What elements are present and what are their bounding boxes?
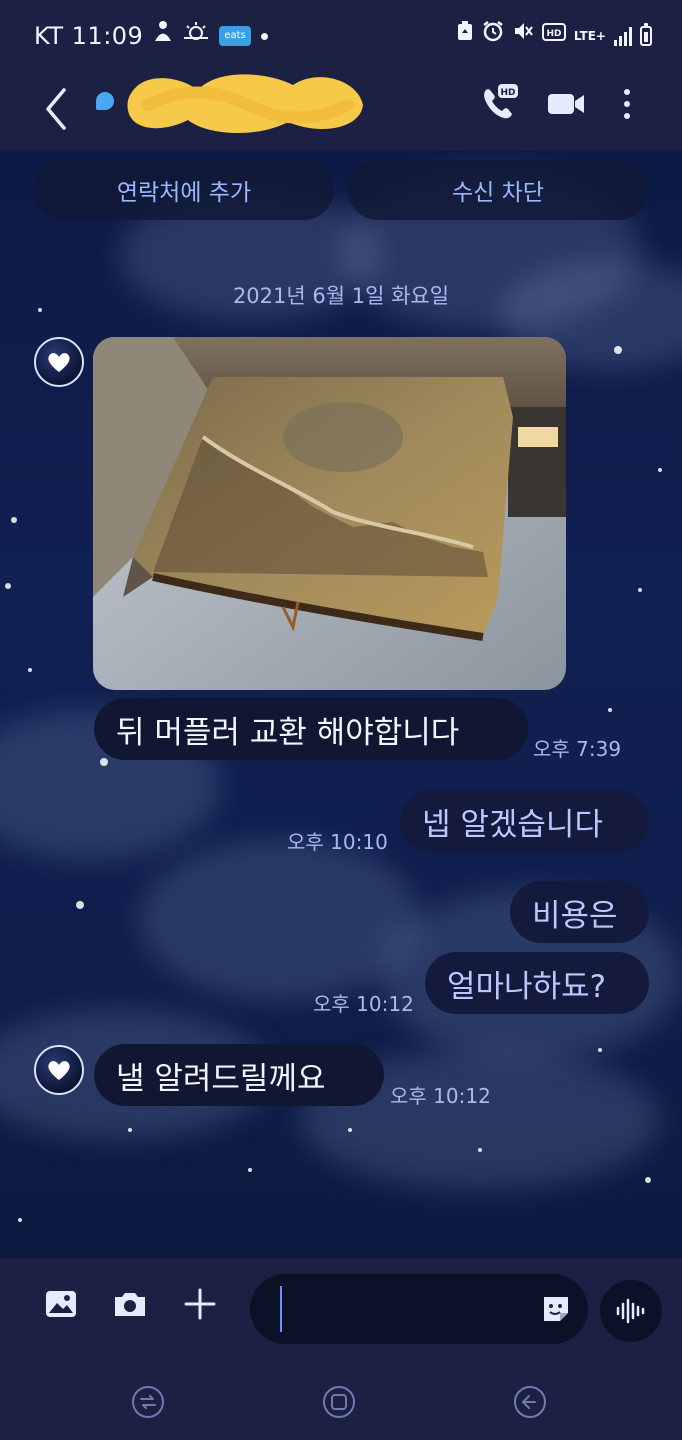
gallery-icon[interactable]: [43, 1286, 79, 1322]
recycle-icon: [456, 20, 474, 52]
contact-avatar[interactable]: [34, 337, 84, 387]
more-options-icon[interactable]: [612, 84, 642, 124]
date-separator: 2021년 6월 1일 화요일: [232, 284, 450, 308]
chat-screen: KT 11:09 eats HD LTE+ HD 연락처에 추가 수신 차단 2…: [0, 0, 682, 1440]
voice-record-button[interactable]: [600, 1280, 662, 1342]
message-time: 오후 7:39: [533, 737, 622, 761]
svg-text:HD: HD: [546, 29, 561, 39]
alarm-icon: [482, 20, 504, 52]
notification-dot: [260, 32, 268, 40]
plus-icon[interactable]: [182, 1286, 218, 1322]
camera-icon[interactable]: [112, 1286, 148, 1322]
message-time: 오후 10:10: [287, 830, 388, 854]
mute-icon: [512, 20, 534, 52]
message-time: 오후 10:12: [390, 1084, 491, 1108]
incoming-message-bubble[interactable]: 뒤 머플러 교환 해야합니다: [94, 698, 528, 760]
back-chevron-icon[interactable]: [36, 84, 76, 134]
text-caret: [280, 1286, 282, 1332]
video-call-icon[interactable]: [546, 84, 586, 124]
back-icon[interactable]: [513, 1385, 547, 1419]
status-left: KT 11:09 eats: [34, 20, 268, 52]
redacted-contact-name: [127, 74, 363, 134]
block-button[interactable]: 수신 차단: [348, 160, 648, 220]
svg-text:HD: HD: [500, 88, 515, 98]
status-time: KT 11:09: [34, 22, 144, 50]
voice-wave-icon: [616, 1298, 645, 1324]
battery-icon: [640, 23, 652, 46]
outgoing-message-bubble[interactable]: 비용은: [510, 881, 649, 943]
recents-icon[interactable]: [131, 1385, 165, 1419]
weather-icon: [183, 21, 209, 51]
presence-dot: [96, 92, 114, 110]
incoming-message-bubble[interactable]: 낼 알려드릴께요: [94, 1044, 384, 1106]
eats-app-icon: eats: [219, 26, 251, 46]
outgoing-message-bubble[interactable]: 넵 알겠습니다: [400, 790, 649, 852]
outgoing-message-bubble[interactable]: 얼마나하됴?: [425, 952, 649, 1014]
heart-icon: [48, 1061, 70, 1080]
message-input[interactable]: [250, 1274, 588, 1344]
person-icon: [153, 20, 173, 52]
hd-voice-icon: HD: [541, 21, 566, 51]
home-icon[interactable]: [322, 1385, 356, 1419]
heart-icon: [48, 353, 70, 372]
signal-icon: [614, 26, 632, 46]
lte-icon: LTE+: [573, 29, 606, 43]
image-message[interactable]: [93, 337, 566, 690]
add-contact-button[interactable]: 연락처에 추가: [34, 160, 334, 220]
message-time: 오후 10:12: [313, 992, 414, 1016]
muffler-photo: [93, 337, 566, 690]
sticker-icon[interactable]: [540, 1293, 572, 1325]
status-right: HD LTE+: [456, 20, 652, 52]
hd-call-icon[interactable]: HD: [478, 84, 518, 124]
contact-avatar[interactable]: [34, 1045, 84, 1095]
